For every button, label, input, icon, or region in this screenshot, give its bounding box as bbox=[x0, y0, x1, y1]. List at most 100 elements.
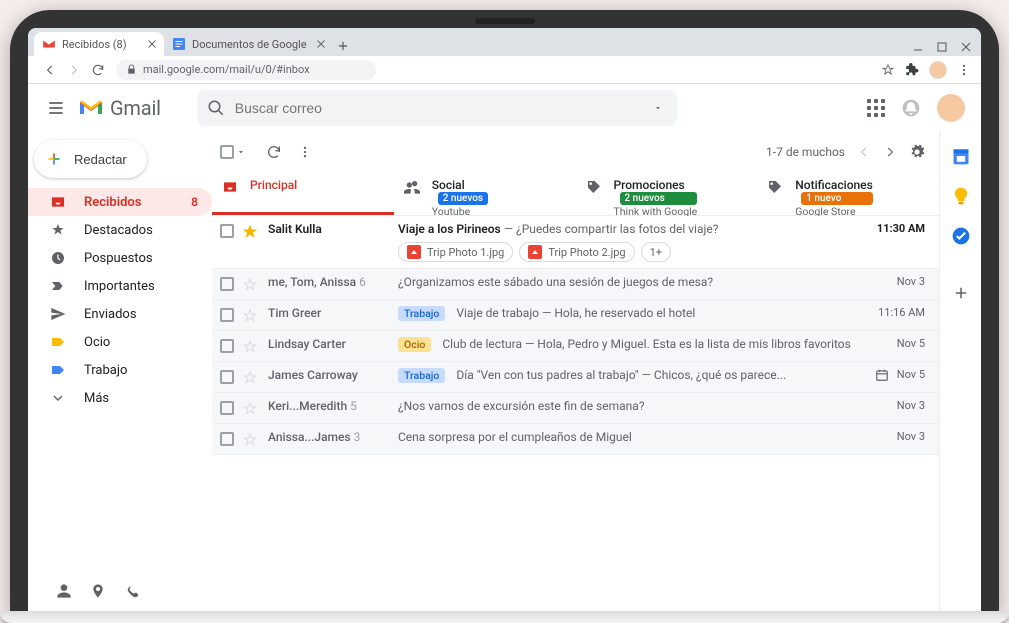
star-icon[interactable] bbox=[242, 432, 260, 448]
window-minimize[interactable] bbox=[913, 42, 923, 52]
category-badge: 1 nuevo bbox=[801, 192, 873, 205]
row-checkbox[interactable] bbox=[220, 277, 234, 291]
row-checkbox[interactable] bbox=[220, 370, 234, 384]
sidebar-item-recibidos[interactable]: Recibidos 8 bbox=[28, 188, 212, 216]
message-row[interactable]: me, Tom, Anissa 6 ¿Organizamos este sába… bbox=[212, 269, 939, 300]
sidebar-item-label: Más bbox=[84, 391, 109, 406]
calendar-app-icon[interactable] bbox=[951, 146, 971, 166]
message-row[interactable]: Anissa...James 3 Cena sorpresa por el cu… bbox=[212, 424, 939, 455]
reload-button[interactable] bbox=[86, 63, 110, 77]
clock-icon bbox=[50, 250, 68, 266]
select-dropdown[interactable] bbox=[236, 147, 246, 157]
subject: Viaje de trabajo bbox=[456, 306, 539, 320]
forward-button[interactable] bbox=[62, 63, 86, 77]
tasks-app-icon[interactable] bbox=[951, 226, 971, 246]
profile-avatar-sm[interactable] bbox=[929, 61, 947, 79]
refresh-button[interactable] bbox=[266, 144, 282, 160]
sidebar-item-más[interactable]: Más bbox=[28, 384, 212, 412]
snippet: — Chicos, ¿qué os parece... bbox=[639, 368, 787, 382]
attachment-more[interactable]: 1+ bbox=[641, 242, 671, 262]
apps-grid-icon[interactable] bbox=[867, 99, 885, 117]
row-checkbox[interactable] bbox=[220, 339, 234, 353]
close-icon[interactable] bbox=[146, 38, 158, 50]
compose-button[interactable]: Redactar bbox=[34, 140, 147, 178]
prev-page-button[interactable] bbox=[857, 145, 871, 159]
star-icon[interactable] bbox=[242, 308, 260, 324]
message-row[interactable]: Tim Greer Trabajo Viaje de trabajo — Hol… bbox=[212, 300, 939, 331]
account-avatar[interactable] bbox=[937, 94, 965, 122]
star-icon[interactable] bbox=[242, 277, 260, 293]
extensions-icon[interactable] bbox=[905, 63, 919, 77]
search-icon bbox=[207, 99, 225, 117]
compose-plus-icon bbox=[44, 149, 64, 169]
bookmark-star-icon[interactable] bbox=[881, 63, 895, 77]
row-checkbox[interactable] bbox=[220, 224, 234, 238]
message-row[interactable]: Lindsay Carter Ocio Club de lectura — Ho… bbox=[212, 331, 939, 362]
row-checkbox[interactable] bbox=[220, 401, 234, 415]
main-menu-button[interactable] bbox=[36, 88, 76, 128]
add-panel-button[interactable] bbox=[952, 284, 970, 302]
subject: Cena sorpresa por el cumpleaños de Migue… bbox=[398, 430, 632, 444]
category-tab-social[interactable]: Social2 nuevos Youtube bbox=[394, 172, 576, 215]
settings-gear-icon[interactable] bbox=[909, 144, 925, 160]
location-icon[interactable] bbox=[90, 583, 106, 599]
sender: Anissa...James 3 bbox=[268, 430, 398, 444]
label-chip[interactable]: Trabajo bbox=[398, 306, 445, 321]
sidebar-item-destacados[interactable]: Destacados bbox=[28, 216, 212, 244]
select-all-checkbox[interactable] bbox=[220, 145, 234, 159]
category-icon bbox=[767, 179, 785, 195]
lock-icon bbox=[126, 64, 137, 75]
label-chip[interactable]: Ocio bbox=[398, 337, 431, 352]
category-tab-principal[interactable]: Principal bbox=[212, 172, 394, 215]
browser-menu-icon[interactable] bbox=[957, 63, 971, 77]
next-page-button[interactable] bbox=[883, 145, 897, 159]
browser-tab-docs[interactable]: Documentos de Google bbox=[164, 32, 333, 56]
sender: Lindsay Carter bbox=[268, 337, 398, 351]
date: Nov 5 bbox=[897, 337, 925, 350]
calendar-icon bbox=[875, 368, 889, 382]
message-row[interactable]: James Carroway Trabajo Día "Ven con tus … bbox=[212, 362, 939, 393]
tab-title: Documentos de Google bbox=[192, 38, 307, 51]
contacts-icon[interactable] bbox=[56, 583, 72, 599]
more-icon bbox=[50, 390, 68, 406]
sidebar-item-pospuestos[interactable]: Pospuestos bbox=[28, 244, 212, 272]
attachment-chip[interactable]: Trip Photo 2.jpg bbox=[519, 242, 634, 262]
sidebar-item-importantes[interactable]: Importantes bbox=[28, 272, 212, 300]
notifications-icon[interactable] bbox=[901, 98, 921, 118]
close-icon[interactable] bbox=[315, 38, 327, 50]
star-icon[interactable] bbox=[242, 224, 260, 240]
search-options-icon[interactable] bbox=[649, 99, 667, 117]
phone-icon[interactable] bbox=[124, 583, 140, 599]
message-row[interactable]: Keri...Meredith 5 ¿Nos vamos de excursió… bbox=[212, 393, 939, 424]
sender: Salit Kulla bbox=[268, 222, 398, 236]
sidebar-item-enviados[interactable]: Enviados bbox=[28, 300, 212, 328]
keep-app-icon[interactable] bbox=[951, 186, 971, 206]
category-tab-promociones[interactable]: Promociones2 nuevos Think with Google bbox=[576, 172, 758, 215]
gmail-header: Gmail bbox=[28, 84, 981, 132]
sidebar-item-trabajo[interactable]: Trabajo bbox=[28, 356, 212, 384]
gmail-logo[interactable]: Gmail bbox=[78, 96, 161, 120]
window-close[interactable] bbox=[961, 42, 971, 52]
new-tab-button[interactable] bbox=[333, 36, 353, 56]
window-maximize[interactable] bbox=[937, 42, 947, 52]
star-icon[interactable] bbox=[242, 370, 260, 386]
label-chip[interactable]: Trabajo bbox=[398, 368, 445, 383]
sidebar-item-label: Importantes bbox=[84, 279, 155, 294]
back-button[interactable] bbox=[38, 63, 62, 77]
browser-tab-gmail[interactable]: Recibidos (8) bbox=[34, 32, 164, 56]
message-row[interactable]: Salit Kulla Viaje a los Pirineos — ¿Pued… bbox=[212, 216, 939, 269]
row-checkbox[interactable] bbox=[220, 308, 234, 322]
category-tab-notificaciones[interactable]: Notificaciones1 nuevo Google Store bbox=[757, 172, 939, 215]
url-field[interactable]: mail.google.com/mail/u/0/#inbox bbox=[116, 60, 376, 80]
category-title: Social2 nuevos bbox=[432, 178, 488, 205]
star-icon[interactable] bbox=[242, 401, 260, 417]
row-checkbox[interactable] bbox=[220, 432, 234, 446]
more-menu-button[interactable] bbox=[298, 145, 312, 159]
subject: ¿Organizamos este sábado una sesión de j… bbox=[398, 275, 713, 289]
sidebar-item-ocio[interactable]: Ocio bbox=[28, 328, 212, 356]
search-input[interactable] bbox=[235, 100, 649, 116]
search-bar[interactable] bbox=[197, 90, 677, 126]
gmail-app: Gmail bbox=[28, 84, 981, 613]
star-icon[interactable] bbox=[242, 339, 260, 355]
attachment-chip[interactable]: Trip Photo 1.jpg bbox=[398, 242, 513, 262]
